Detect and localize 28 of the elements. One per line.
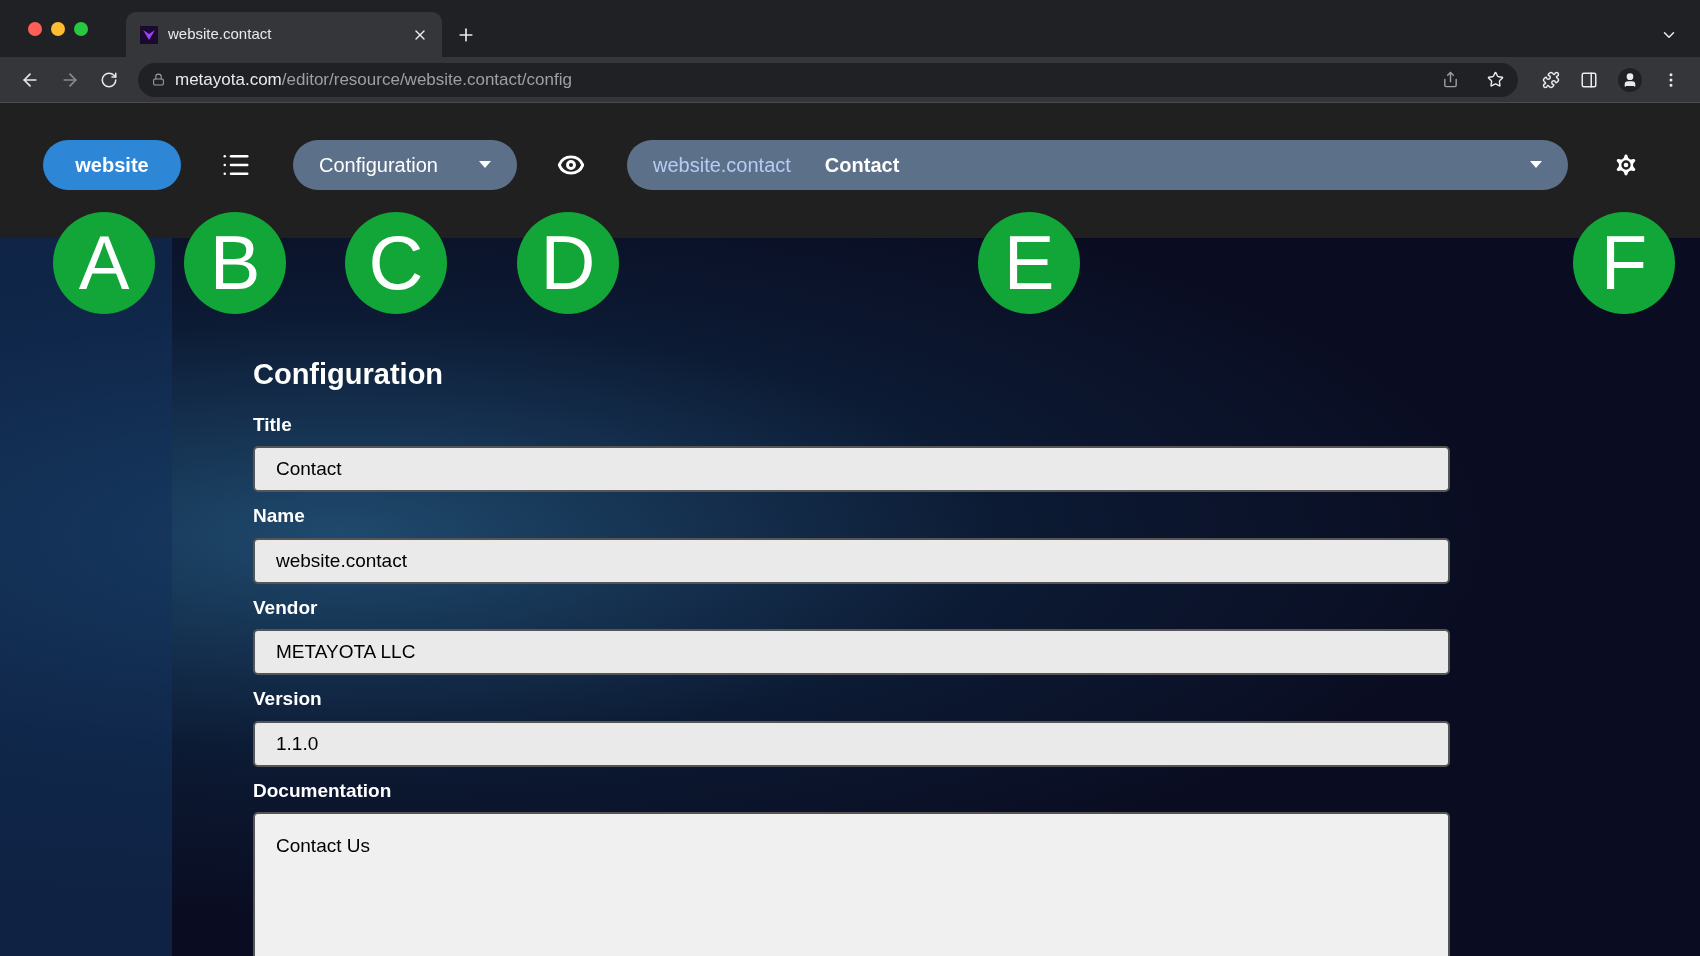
caret-icon [479,161,491,168]
form-heading: Configuration [253,357,444,392]
resource-dropdown[interactable]: website.contact Contact [627,139,1568,190]
input-field[interactable]: Contact [253,446,1450,492]
field-label: Name [253,504,305,528]
extensions-icon[interactable] [1542,70,1560,89]
caret-icon [1530,161,1542,168]
share-icon[interactable] [1442,71,1459,88]
field-label: Version [253,687,322,711]
side-panel-icon[interactable] [1580,70,1598,89]
input-field[interactable]: METAYOTA LLC [253,629,1450,675]
bookmark-star-icon[interactable] [1487,71,1504,88]
browser-tab[interactable]: website.contact [126,12,442,57]
address-bar[interactable]: metayota.com/editor/resource/website.contact/config [138,62,1518,97]
field-label: Documentation [253,778,392,803]
favicon-icon [140,25,158,44]
reload-icon[interactable] [100,70,118,89]
profile-icon[interactable] [1618,67,1642,92]
input-field[interactable]: 1.1.0 [253,720,1450,767]
field-label: Vendor [253,595,318,620]
field-label: Title [253,412,292,437]
url-text: metayota.com/editor/resource/website.contact/config [175,68,572,91]
website-button[interactable]: website [43,139,181,190]
documentation-field[interactable]: Contact Us [253,812,1450,956]
input-field[interactable]: website.contact [253,537,1450,584]
tab-title: website.contact [168,24,273,45]
view-dropdown[interactable]: Configuration [293,139,517,190]
lock-icon [152,73,165,86]
